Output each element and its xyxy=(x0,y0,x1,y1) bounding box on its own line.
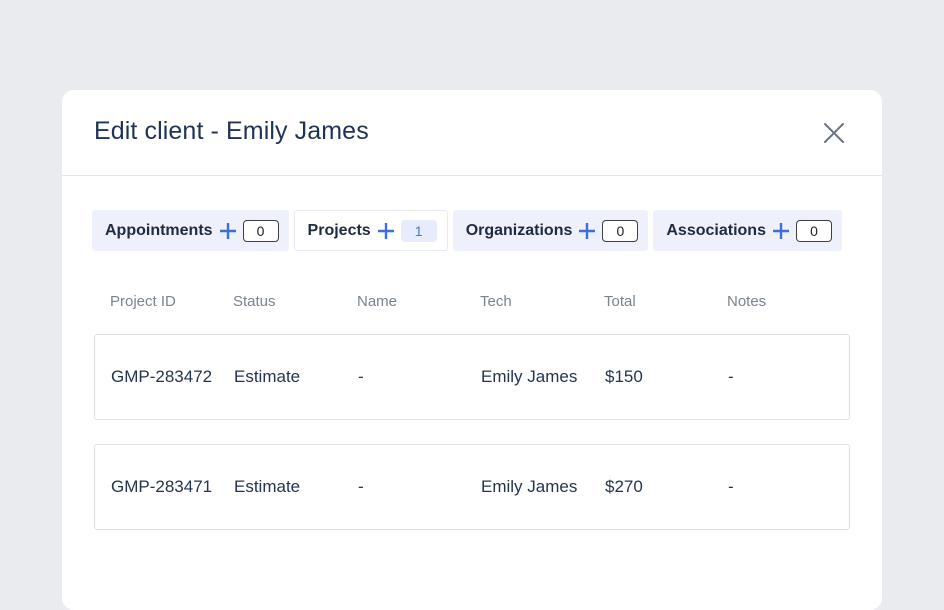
cell-notes: - xyxy=(728,367,734,386)
header-tech: Tech xyxy=(480,293,512,310)
tab-associations[interactable]: Associations 0 xyxy=(653,210,842,251)
count-badge: 0 xyxy=(602,219,639,242)
table-header: Project ID Status Name Tech Total Notes xyxy=(110,293,817,310)
tab-label: Appointments xyxy=(105,221,213,239)
close-button[interactable] xyxy=(822,121,846,145)
cell-project-id: GMP-283472 xyxy=(111,367,213,386)
cell-status: Estimate xyxy=(234,477,301,496)
table-row[interactable]: GMP-283472 Estimate - Emily James $150 - xyxy=(94,334,850,420)
cell-tech: Emily James xyxy=(481,367,578,386)
header-notes: Notes xyxy=(727,293,767,310)
header-project-id: Project ID xyxy=(110,293,176,310)
cell-total: $270 xyxy=(605,477,643,496)
tab-projects[interactable]: Projects 1 xyxy=(293,210,448,251)
tab-label: Organizations xyxy=(465,221,573,239)
tab-appointments[interactable]: Appointments 0 xyxy=(92,210,289,251)
modal-title: Edit client - Emily James xyxy=(94,117,369,145)
cell-notes: - xyxy=(728,477,734,496)
plus-icon[interactable] xyxy=(578,222,596,240)
close-icon xyxy=(824,123,844,143)
edit-client-modal: Edit client - Emily James Appointments 0… xyxy=(62,90,882,610)
count-badge: 1 xyxy=(400,219,437,242)
count-badge: 0 xyxy=(242,219,279,242)
cell-tech: Emily James xyxy=(481,477,578,496)
count-badge: 0 xyxy=(795,219,832,242)
header-total: Total xyxy=(604,293,636,310)
plus-icon[interactable] xyxy=(772,222,790,240)
tab-organizations[interactable]: Organizations 0 xyxy=(452,210,649,251)
plus-icon[interactable] xyxy=(219,222,237,240)
tab-label: Projects xyxy=(307,221,371,239)
cell-status: Estimate xyxy=(234,367,301,386)
cell-name: - xyxy=(358,477,364,496)
cell-total: $150 xyxy=(605,367,643,386)
tab-label: Associations xyxy=(666,221,766,239)
table-row[interactable]: GMP-283471 Estimate - Emily James $270 - xyxy=(94,444,850,530)
tab-bar: Appointments 0 Projects 1 Organizations … xyxy=(92,210,842,251)
cell-project-id: GMP-283471 xyxy=(111,477,213,496)
header-name: Name xyxy=(357,293,398,310)
plus-icon[interactable] xyxy=(377,222,395,240)
header-status: Status xyxy=(233,293,276,310)
modal-header: Edit client - Emily James xyxy=(62,90,882,176)
cell-name: - xyxy=(358,367,364,386)
